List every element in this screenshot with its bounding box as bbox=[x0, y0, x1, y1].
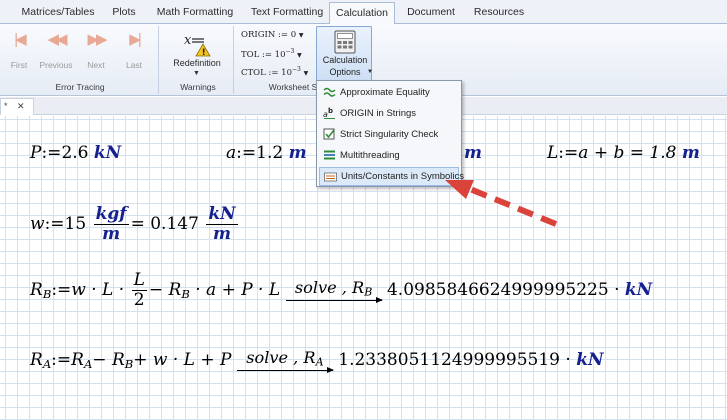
symbolic-solve-operator: solve , RB bbox=[285, 279, 383, 302]
equation-l[interactable]: L:=a + b = 1.8 m bbox=[547, 145, 700, 162]
group-divider bbox=[158, 26, 159, 94]
next-button[interactable]: ▶▶ Next bbox=[77, 30, 115, 74]
worksheet-settings-group-label: Worksheet S bbox=[268, 82, 318, 92]
calculator-icon bbox=[334, 30, 356, 54]
menu-item-approximate-equality[interactable]: Approximate Equality bbox=[319, 83, 459, 102]
arrow-icon bbox=[236, 367, 334, 372]
tab-calculation[interactable]: Calculation bbox=[329, 2, 395, 25]
first-button[interactable]: |◀ First bbox=[0, 30, 38, 74]
fraction: kN m bbox=[206, 204, 238, 244]
tab-matrices-tables[interactable]: Matrices/Tables bbox=[18, 2, 98, 24]
chevron-down-icon: ▼ bbox=[298, 32, 304, 39]
equation-p[interactable]: P:=2.6 kN bbox=[30, 145, 121, 162]
chevron-down-icon: ▼ bbox=[303, 69, 309, 77]
last-button[interactable]: ▶| Last bbox=[115, 30, 153, 74]
warnings-group-label: Warnings bbox=[180, 82, 216, 92]
menu-item-strict-singularity-check[interactable]: Strict Singularity Check bbox=[319, 125, 459, 144]
menu-item-units-constants-in-symbolics[interactable]: Units/Constants in Symbolics bbox=[319, 167, 464, 186]
last-icon: ▶| bbox=[129, 31, 141, 48]
tab-math-formatting[interactable]: Math Formatting bbox=[152, 2, 238, 24]
tab-text-formatting[interactable]: Text Formatting bbox=[246, 2, 328, 24]
equation-w[interactable]: w:=15 kgf m = 0.147 kN m bbox=[30, 206, 240, 243]
equation-a[interactable]: a:=1.2 m bbox=[226, 145, 307, 162]
first-icon: |◀ bbox=[14, 31, 26, 48]
tol-setting[interactable]: TOL := 10−3 ▼ bbox=[241, 48, 302, 60]
group-divider bbox=[233, 26, 234, 94]
tab-resources[interactable]: Resources bbox=[470, 2, 528, 24]
tab-plots[interactable]: Plots bbox=[107, 2, 141, 24]
equation-b-unit[interactable]: m bbox=[464, 145, 482, 162]
fraction: kgf m bbox=[93, 204, 129, 244]
error-tracing-group-label: Error Tracing bbox=[55, 82, 105, 92]
equation-rb[interactable]: RB:=w · L · L 2− RB · a + P · L solve , R… bbox=[30, 272, 652, 309]
previous-icon: ◀◀ bbox=[47, 31, 67, 48]
svg-text:x: x bbox=[184, 33, 192, 48]
next-icon: ▶▶ bbox=[87, 31, 107, 48]
arrow-icon bbox=[285, 297, 383, 302]
tab-document[interactable]: Document bbox=[402, 2, 460, 24]
previous-button[interactable]: ◀◀ Previous bbox=[37, 30, 75, 74]
document-tab[interactable]: * ✕ bbox=[0, 98, 34, 115]
ab-icon: ab bbox=[323, 107, 335, 119]
fraction: L2 bbox=[131, 270, 147, 310]
svg-text:b: b bbox=[328, 107, 333, 115]
menu-item-multithreading[interactable]: Multithreading bbox=[319, 146, 459, 165]
origin-setting[interactable]: ORIGIN := 0 ▼ bbox=[241, 30, 303, 40]
svg-text:!: ! bbox=[202, 48, 206, 58]
threads-icon bbox=[324, 150, 335, 160]
close-icon[interactable]: ✕ bbox=[17, 99, 25, 114]
menu-item-origin-in-strings[interactable]: ab ORIGIN in Strings bbox=[319, 104, 459, 123]
units-icon bbox=[324, 172, 337, 182]
redefinition-button[interactable]: x ! Redefinition ▼ bbox=[168, 28, 226, 80]
symbolic-solve-operator: solve , RA bbox=[236, 349, 334, 372]
chevron-down-icon: ▼ bbox=[367, 69, 373, 75]
calculation-options-menu: Approximate Equality ab ORIGIN in String… bbox=[316, 80, 464, 187]
ribbon-tab-bar: Matrices/Tables Plots Math Formatting Te… bbox=[0, 0, 727, 25]
check-icon bbox=[323, 128, 335, 140]
calculation-options-button[interactable]: Calculation Options ▼ bbox=[316, 26, 373, 82]
chevron-down-icon: ▼ bbox=[297, 51, 302, 59]
chevron-down-icon: ▼ bbox=[193, 70, 200, 77]
equation-ra[interactable]: RA:=RA− RB+ w · L + P solve , RA 1.23380… bbox=[30, 349, 604, 372]
redefinition-warning-icon: x ! bbox=[184, 33, 211, 58]
ctol-setting[interactable]: CTOL := 10−3 ▼ bbox=[241, 66, 308, 78]
approx-icon bbox=[323, 87, 336, 97]
